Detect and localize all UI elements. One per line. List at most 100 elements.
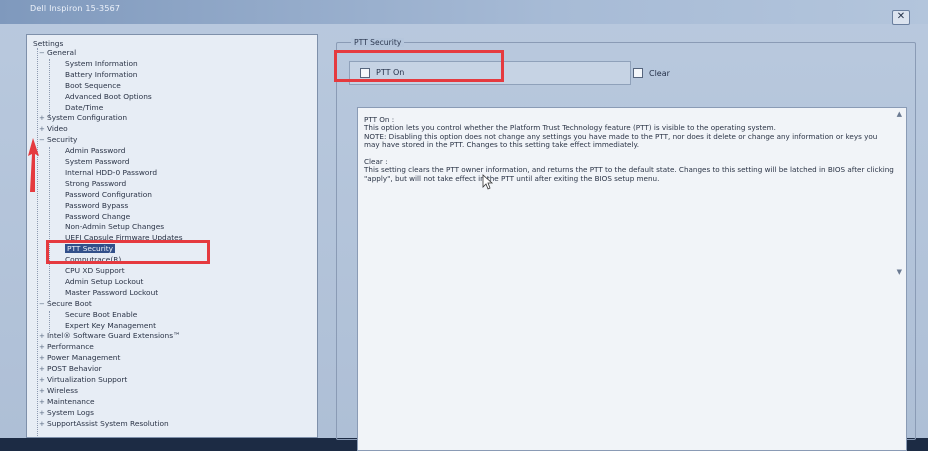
tree-category[interactable]: + Virtualization Support [39,375,127,384]
tree-connector [49,59,50,117]
tree-item[interactable]: Non-Admin Setup Changes [65,222,164,231]
tree-category[interactable]: − General [39,48,76,57]
scroll-up-icon[interactable]: ▲ [897,110,902,118]
tree-category[interactable]: + Intel® Software Guard Extensions™ [39,331,180,340]
expand-icon[interactable]: + [39,343,47,351]
tree-item-label: Performance [47,342,94,352]
tree-item-label: Password Change [65,211,131,221]
group-title: PTT Security [351,38,405,47]
expand-icon[interactable]: + [39,387,47,395]
tree-category[interactable]: − Security [39,135,77,144]
tree-item-label: Wireless [47,385,78,395]
tree-category[interactable]: + Power Management [39,353,120,362]
tree-item[interactable]: System Information [65,59,138,68]
close-button[interactable]: ✕ [892,10,910,25]
clear-checkbox[interactable] [633,68,643,78]
expand-icon[interactable]: + [39,354,47,362]
tree-category[interactable]: + Performance [39,342,94,351]
expand-icon[interactable]: + [39,125,47,133]
tree-item-label: Boot Sequence [65,80,121,90]
tree-item[interactable]: Internal HDD-0 Password [65,168,157,177]
tree-item-label: Internal HDD-0 Password [65,167,158,177]
collapse-icon[interactable]: − [39,300,47,308]
annotation-box-ptt-on [334,50,504,82]
expand-icon[interactable]: + [39,398,47,406]
scroll-down-icon[interactable]: ▼ [897,268,902,276]
tree-category[interactable]: + Video [39,124,68,133]
tree-item-label: Advanced Boot Options [65,91,152,101]
settings-tree[interactable]: Settings − General System Information Batte… [26,34,318,438]
close-icon: ✕ [896,11,906,22]
tree-connector [37,48,38,437]
tree-item-label: Strong Password [65,178,127,188]
description-box: PTT On : This option lets you control wh… [357,107,907,451]
tree-item-label: Video [47,124,68,134]
expand-icon[interactable]: + [39,332,47,340]
tree-item-label: POST Behavior [47,364,102,374]
tree-item[interactable]: Strong Password [65,179,126,188]
tree-item[interactable]: System Password [65,157,129,166]
tree-item[interactable]: Password Configuration [65,190,152,199]
tree-item[interactable]: Password Bypass [65,201,128,210]
ptt-security-group: PTT Security PTT On Clear PTT On : This … [336,38,916,451]
tree-item[interactable]: Password Change [65,212,130,221]
tree-item[interactable]: Admin Setup Lockout [65,277,143,286]
tree-item-label: Maintenance [47,396,95,406]
tree-item-label: SupportAssist System Resolution [47,418,169,428]
tree-connector [49,311,50,333]
tree-item[interactable]: Battery Information [65,70,137,79]
tree-item-label: Password Bypass [65,200,129,210]
annotation-box-tree [46,240,210,264]
mouse-cursor-icon [482,174,494,190]
tree-category[interactable]: + System Logs [39,408,94,417]
tree-root[interactable]: Settings [33,39,63,48]
tree-item[interactable]: CPU XD Support [65,266,125,275]
bios-window: Dell Inspiron 15-3567 ✕ Settings − Genera… [0,0,928,451]
collapse-icon[interactable]: − [39,49,47,57]
tree-item[interactable]: Secure Boot Enable [65,310,137,319]
tree-item[interactable]: Master Password Lockout [65,288,158,297]
clear-label[interactable]: Clear [649,69,670,78]
tree-item-label: Security [47,135,78,145]
tree-item[interactable]: Expert Key Management [65,321,156,330]
tree-connector [49,147,50,301]
tree-item-label: Date/Time [65,102,104,112]
expand-icon[interactable]: + [39,409,47,417]
tree-category[interactable]: + POST Behavior [39,364,102,373]
tree-category[interactable]: + Maintenance [39,397,95,406]
tree-item-label: Battery Information [65,69,138,79]
tree-item-label: CPU XD Support [65,266,125,275]
tree-item[interactable]: Admin Password [65,146,125,155]
tree-item-label: Non-Admin Setup Changes [65,222,165,232]
title-bar: Dell Inspiron 15-3567 ✕ [0,0,928,25]
tree-category[interactable]: + Wireless [39,386,78,395]
window-title: Dell Inspiron 15-3567 [30,4,121,13]
expand-icon[interactable]: + [39,376,47,384]
tree-item[interactable]: Advanced Boot Options [65,92,152,101]
tree-item-label: Secure Boot Enable [65,309,138,319]
tree-item-label: General [47,48,77,57]
tree-item-label: Admin Password [65,146,126,156]
tree-category[interactable]: + SupportAssist System Resolution [39,419,169,428]
settings-panel: PTT Security PTT On Clear PTT On : This … [328,30,918,451]
tree-item-label: Expert Key Management [65,320,157,330]
tree-item[interactable]: Date/Time [65,103,103,112]
tree-item-label: System Logs [47,407,94,417]
tree-category[interactable]: + System Configuration [39,113,127,122]
tree-item-label: Master Password Lockout [65,287,159,297]
tree-item-label: Power Management [47,353,121,363]
tree-item-label: Admin Setup Lockout [65,276,144,286]
tree-item-label: System Configuration [47,113,128,123]
expand-icon[interactable]: + [39,365,47,373]
expand-icon[interactable]: + [39,420,47,428]
annotation-arrow-icon [28,138,39,192]
tree-item-label: Secure Boot [47,298,92,308]
description-text: PTT On : This option lets you control wh… [364,115,894,183]
tree-item-label: System Information [65,58,138,68]
tree-item-label: Virtualization Support [47,375,128,384]
tree-item[interactable]: Boot Sequence [65,81,121,90]
tree-item-label: Password Configuration [65,189,152,199]
tree-category[interactable]: − Secure Boot [39,299,92,308]
expand-icon[interactable]: + [39,114,47,122]
tree-item-label: Intel® Software Guard Extensions™ [47,331,181,341]
